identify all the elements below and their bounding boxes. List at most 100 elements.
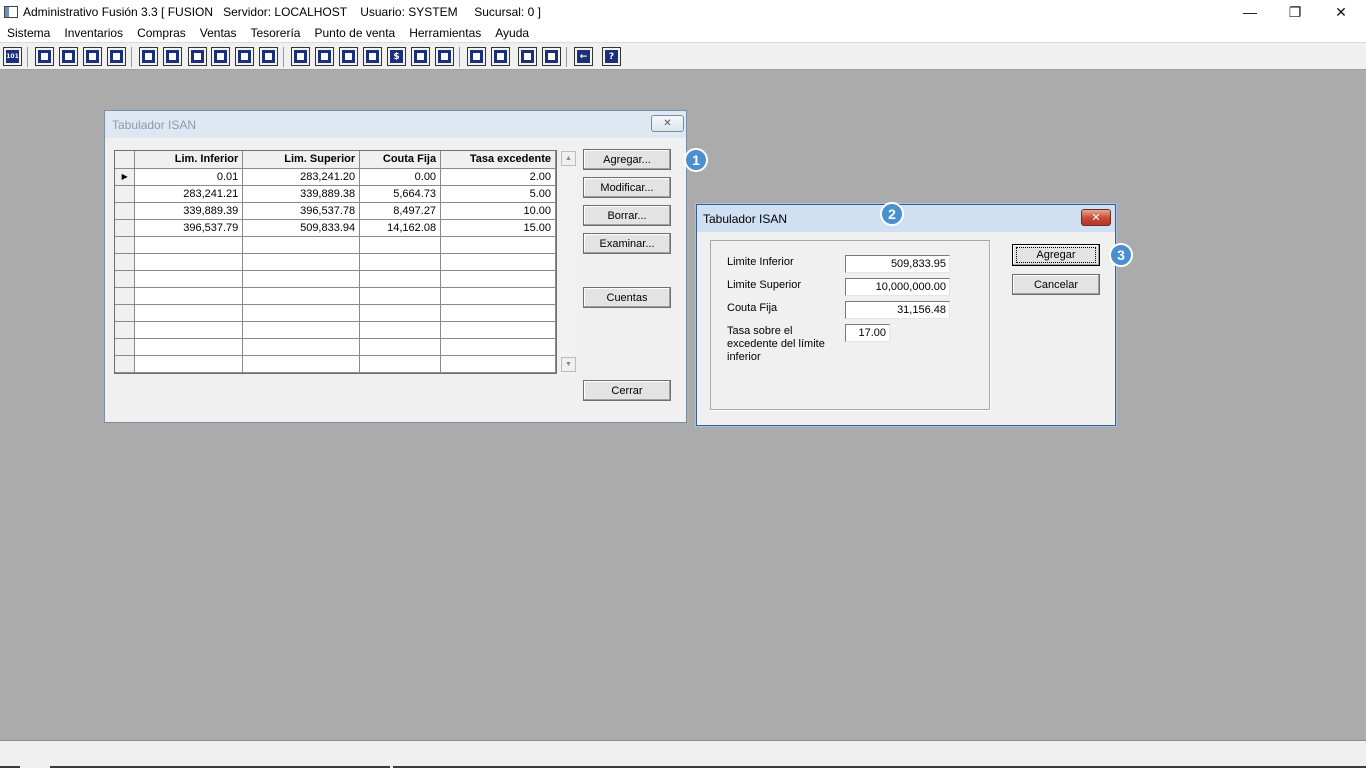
print-preview-icon[interactable]	[188, 47, 207, 66]
table-row[interactable]: 396,537.79 509,833.94 14,162.08 15.00	[115, 219, 556, 237]
cell-lim-inferior[interactable]: 0.01	[134, 168, 244, 186]
grid-vertical-scrollbar[interactable]: ▲ ▼	[560, 150, 577, 374]
empty-cell[interactable]	[359, 304, 442, 322]
tabulador-close-button[interactable]: ✕	[651, 115, 684, 132]
empty-cell[interactable]	[359, 236, 442, 254]
cell-tasa-excedente[interactable]: 15.00	[440, 219, 556, 237]
home-icon[interactable]	[467, 47, 486, 66]
undo-icon[interactable]	[542, 47, 561, 66]
cerrar-button[interactable]: Cerrar	[583, 380, 671, 401]
row-header[interactable]	[115, 321, 136, 339]
limite-superior-field[interactable]: 10,000,000.00	[845, 278, 950, 296]
empty-cell[interactable]	[134, 270, 244, 288]
scroll-up-button[interactable]: ▲	[561, 151, 576, 166]
list-icon[interactable]	[259, 47, 278, 66]
document-icon[interactable]	[235, 47, 254, 66]
empty-cell[interactable]	[440, 321, 556, 339]
empty-cell[interactable]	[359, 321, 442, 339]
cell-couta-fija[interactable]: 8,497.27	[359, 202, 442, 220]
menu-ventas[interactable]: Ventas	[200, 26, 237, 40]
cancelar-button[interactable]: Cancelar	[1012, 274, 1100, 295]
cell-tasa-excedente[interactable]: 2.00	[440, 168, 556, 186]
row-header[interactable]	[115, 304, 136, 322]
minimize-button[interactable]: —	[1227, 0, 1273, 24]
modificar-button[interactable]: Modificar...	[583, 177, 671, 198]
table-row[interactable]: ▶ 0.01 283,241.20 0.00 2.00	[115, 168, 556, 186]
empty-cell[interactable]	[359, 338, 442, 356]
empty-cell[interactable]	[134, 304, 244, 322]
user-icon[interactable]	[139, 47, 158, 66]
export-icon[interactable]	[339, 47, 358, 66]
search-icon[interactable]	[491, 47, 510, 66]
isan-grid[interactable]: Lim. Inferior Lim. Superior Couta Fija T…	[114, 150, 557, 374]
menu-punto-de-venta[interactable]: Punto de venta	[314, 26, 395, 40]
zoom-icon[interactable]	[107, 47, 126, 66]
menu-tesoreria[interactable]: Tesorería	[250, 26, 300, 40]
row-header[interactable]	[115, 270, 136, 288]
scroll-down-button[interactable]: ▼	[561, 357, 576, 372]
empty-cell[interactable]	[440, 304, 556, 322]
empty-row[interactable]	[115, 253, 556, 271]
empty-cell[interactable]	[242, 287, 361, 305]
empty-cell[interactable]	[242, 321, 361, 339]
copy-icon[interactable]	[35, 47, 54, 66]
empty-row[interactable]	[115, 355, 556, 373]
empty-cell[interactable]	[134, 321, 244, 339]
dollar-button[interactable]: $	[387, 47, 406, 66]
empty-cell[interactable]	[440, 270, 556, 288]
menu-compras[interactable]: Compras	[137, 26, 186, 40]
empty-cell[interactable]	[242, 236, 361, 254]
empty-cell[interactable]	[242, 355, 361, 373]
row-header[interactable]	[115, 236, 136, 254]
empty-cell[interactable]	[242, 270, 361, 288]
empty-cell[interactable]	[242, 253, 361, 271]
empty-row[interactable]	[115, 287, 556, 305]
cuentas-button[interactable]: Cuentas	[583, 287, 671, 308]
cell-lim-superior[interactable]: 283,241.20	[242, 168, 361, 186]
empty-cell[interactable]	[134, 253, 244, 271]
empty-cell[interactable]	[440, 253, 556, 271]
cell-lim-superior[interactable]: 396,537.78	[242, 202, 361, 220]
column-header-couta-fija[interactable]: Couta Fija	[359, 151, 442, 169]
cell-lim-superior[interactable]: 509,833.94	[242, 219, 361, 237]
cell-tasa-excedente[interactable]: 5.00	[440, 185, 556, 203]
swap-icon[interactable]	[83, 47, 102, 66]
menu-inventarios[interactable]: Inventarios	[64, 26, 123, 40]
empty-row[interactable]	[115, 304, 556, 322]
column-header-lim-superior[interactable]: Lim. Superior	[242, 151, 361, 169]
folder-open-icon[interactable]	[315, 47, 334, 66]
empty-cell[interactable]	[134, 355, 244, 373]
table-row[interactable]: 339,889.39 396,537.78 8,497.27 10.00	[115, 202, 556, 220]
row-header[interactable]	[115, 338, 136, 356]
menu-ayuda[interactable]: Ayuda	[495, 26, 529, 40]
refresh-icon[interactable]	[518, 47, 537, 66]
help-button[interactable]: ?	[602, 47, 621, 66]
table-icon[interactable]	[435, 47, 454, 66]
empty-cell[interactable]	[440, 355, 556, 373]
agregar-ellipsis-button[interactable]: Agregar...	[583, 149, 671, 170]
empty-row[interactable]	[115, 338, 556, 356]
folder-icon[interactable]	[163, 47, 182, 66]
cell-lim-inferior[interactable]: 396,537.79	[134, 219, 244, 237]
cell-lim-inferior[interactable]: 283,241.21	[134, 185, 244, 203]
agregar-button[interactable]: Agregar	[1012, 244, 1100, 266]
empty-cell[interactable]	[359, 253, 442, 271]
menu-herramientas[interactable]: Herramientas	[409, 26, 481, 40]
print-icon[interactable]	[211, 47, 230, 66]
couta-fija-field[interactable]: 31,156.48	[845, 301, 950, 319]
empty-cell[interactable]	[440, 338, 556, 356]
empty-row[interactable]	[115, 270, 556, 288]
borrar-button[interactable]: Borrar...	[583, 205, 671, 226]
empty-cell[interactable]	[440, 236, 556, 254]
empty-row[interactable]	[115, 236, 556, 254]
empty-cell[interactable]	[242, 304, 361, 322]
examinar-button[interactable]: Examinar...	[583, 233, 671, 254]
clipboard-icon[interactable]	[59, 47, 78, 66]
empty-cell[interactable]	[440, 287, 556, 305]
back-button[interactable]: ←	[574, 47, 593, 66]
restore-button[interactable]: ❐	[1272, 0, 1318, 24]
row-header[interactable]	[115, 185, 136, 203]
empty-cell[interactable]	[134, 287, 244, 305]
dialog-close-button[interactable]: ✕	[1081, 209, 1111, 226]
empty-cell[interactable]	[359, 287, 442, 305]
